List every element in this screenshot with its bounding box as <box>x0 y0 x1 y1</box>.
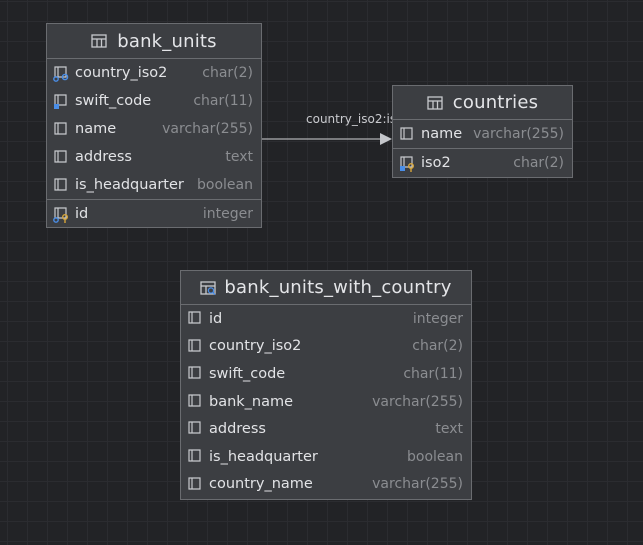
view-columns: id integer country_iso2 char(2) swift_code ch… <box>181 305 471 498</box>
column-icon <box>54 178 67 191</box>
column-icon <box>188 449 201 462</box>
view-title: bank_units_with_country <box>224 277 452 298</box>
column-row[interactable]: id integer <box>181 305 471 333</box>
view-icon <box>200 280 217 295</box>
column-name: is_headquarter <box>209 448 318 465</box>
column-name: bank_name <box>209 393 294 410</box>
table-title: countries <box>452 92 539 113</box>
column-icon <box>188 394 201 407</box>
column-type: integer <box>202 205 253 222</box>
table-icon <box>91 34 107 48</box>
column-icon <box>188 476 201 490</box>
column-type: text <box>225 149 253 165</box>
column-type: char(2) <box>412 338 463 355</box>
column-row[interactable]: country_iso2 char(2) <box>181 333 471 361</box>
column-row[interactable]: name varchar(255) <box>393 120 572 148</box>
column-row[interactable]: address text <box>47 143 261 171</box>
column-row[interactable]: country_iso2 char(2) <box>47 59 261 87</box>
table-header: bank_units_with_country <box>181 271 471 305</box>
column-icon <box>188 421 201 434</box>
column-name: name <box>75 121 117 137</box>
column-name: iso2 <box>421 154 451 171</box>
column-name: country_iso2 <box>209 338 302 355</box>
primary-key-icon <box>400 156 414 172</box>
column-name: id <box>209 310 223 327</box>
column-name: address <box>75 149 132 165</box>
column-icon <box>188 338 201 352</box>
column-type: boolean <box>197 177 253 193</box>
column-name: country_iso2 <box>75 65 168 81</box>
column-name: name <box>421 126 463 142</box>
column-name: country_name <box>209 476 313 493</box>
table-header: countries <box>393 86 572 120</box>
column-icon <box>54 150 67 163</box>
column-name: swift_code <box>209 365 286 382</box>
column-type: char(2) <box>202 65 253 81</box>
column-type: text <box>435 421 463 438</box>
column-name: address <box>209 421 266 438</box>
column-icon <box>54 122 67 135</box>
table-countries[interactable]: countries name varchar(255) iso2 char(2) <box>392 85 573 178</box>
column-row[interactable]: is_headquarter boolean <box>47 171 261 199</box>
table-bank-units[interactable]: bank_units country_iso2 char(2) swift_co… <box>46 23 262 228</box>
column-type: char(11) <box>193 93 253 109</box>
view-bank-units-with-country[interactable]: bank_units_with_country id integer country… <box>180 270 472 500</box>
column-type: varchar(255) <box>372 393 463 410</box>
column-name: swift_code <box>75 93 152 109</box>
column-icon <box>400 127 413 140</box>
foreign-key-icon <box>53 66 69 82</box>
unique-column-icon <box>54 94 67 109</box>
column-row[interactable]: is_headquarter boolean <box>181 443 471 471</box>
column-name: is_headquarter <box>75 177 184 193</box>
column-type: varchar(255) <box>162 121 253 137</box>
primary-key-icon <box>53 207 68 223</box>
column-row[interactable]: swift_code char(11) <box>181 360 471 388</box>
column-type: varchar(255) <box>473 126 564 142</box>
column-row[interactable]: bank_name varchar(255) <box>181 388 471 416</box>
column-name: id <box>75 205 89 222</box>
column-row[interactable]: iso2 char(2) <box>393 148 572 176</box>
column-type: integer <box>412 310 463 327</box>
column-type: char(2) <box>513 154 564 171</box>
table-icon <box>427 95 443 110</box>
column-row[interactable]: swift_code char(11) <box>47 87 261 115</box>
column-row[interactable]: id integer <box>47 199 261 227</box>
column-row[interactable]: name varchar(255) <box>47 115 261 143</box>
column-type: char(11) <box>403 365 463 382</box>
column-row[interactable]: address text <box>181 415 471 443</box>
table-header: bank_units <box>47 24 261 59</box>
column-row[interactable]: country_name varchar(255) <box>181 471 471 499</box>
column-type: varchar(255) <box>372 476 463 493</box>
column-icon <box>188 311 201 324</box>
column-type: boolean <box>407 448 463 465</box>
column-icon <box>188 366 201 379</box>
table-title: bank_units <box>117 30 217 52</box>
